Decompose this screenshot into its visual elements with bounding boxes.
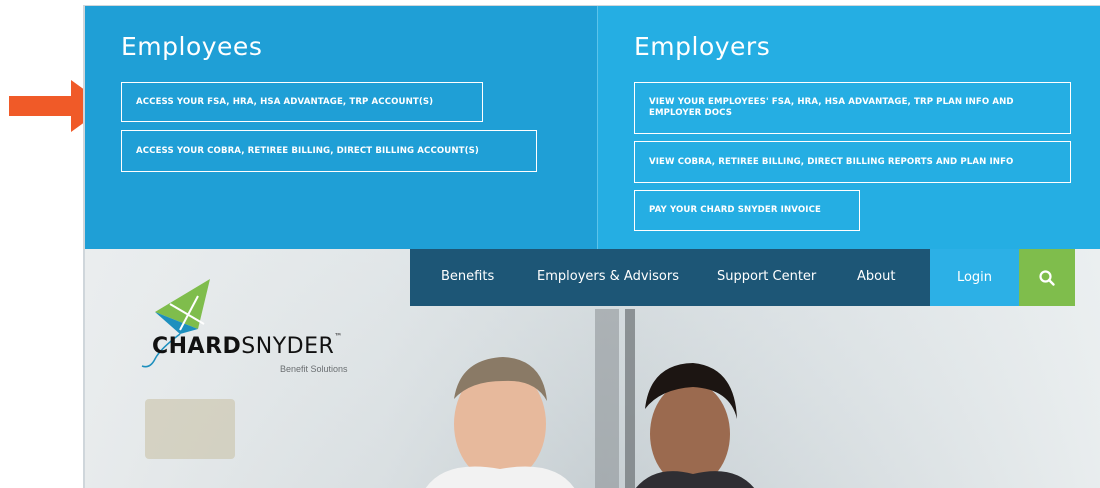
nav-item-benefits[interactable]: Benefits — [441, 269, 494, 284]
access-cobra-retiree-billing-button[interactable]: ACCESS YOUR COBRA, RETIREE BILLING, DIRE… — [121, 130, 537, 172]
hero-banner: CHARDSNYDER™ Benefit Solutions Benefits … — [85, 249, 1100, 488]
main-nav: Benefits Employers & Advisors Support Ce… — [410, 249, 930, 306]
kite-icon — [141, 279, 210, 368]
view-employees-plan-info-button[interactable]: VIEW YOUR EMPLOYEES' FSA, HRA, HSA ADVAN… — [634, 82, 1071, 134]
employers-heading: Employers — [634, 32, 771, 61]
employees-panel: Employees ACCESS YOUR FSA, HRA, HSA ADVA… — [85, 6, 597, 249]
logo-trademark: ™ — [334, 332, 343, 341]
employees-heading: Employees — [121, 32, 263, 61]
logo-tagline: Benefit Solutions — [280, 364, 348, 374]
access-cobra-retiree-billing-label: ACCESS YOUR COBRA, RETIREE BILLING, DIRE… — [136, 145, 479, 156]
nav-item-support-center[interactable]: Support Center — [717, 269, 816, 284]
logo-brand-light: SNYDER — [241, 334, 335, 359]
view-cobra-reports-label: VIEW COBRA, RETIREE BILLING, DIRECT BILL… — [649, 156, 1014, 167]
access-fsa-hra-hsa-trp-button[interactable]: ACCESS YOUR FSA, HRA, HSA ADVANTAGE, TRP… — [121, 82, 483, 122]
view-cobra-reports-button[interactable]: VIEW COBRA, RETIREE BILLING, DIRECT BILL… — [634, 141, 1071, 183]
login-button[interactable]: Login — [930, 249, 1019, 306]
employers-panel: Employers VIEW YOUR EMPLOYEES' FSA, HRA,… — [597, 6, 1100, 249]
pay-invoice-button[interactable]: PAY YOUR CHARD SNYDER INVOICE — [634, 190, 860, 231]
logo-wordmark: CHARDSNYDER™ — [152, 332, 343, 359]
logo-brand-bold: CHARD — [152, 334, 242, 359]
background-shape — [145, 399, 235, 459]
page-frame: Employees ACCESS YOUR FSA, HRA, HSA ADVA… — [83, 5, 1100, 488]
search-button[interactable] — [1019, 249, 1075, 306]
search-icon — [1039, 269, 1055, 286]
people-photo — [425, 357, 755, 488]
nav-item-employers-advisors[interactable]: Employers & Advisors — [537, 269, 679, 284]
login-label: Login — [956, 270, 993, 285]
view-employees-plan-info-label: VIEW YOUR EMPLOYEES' FSA, HRA, HSA ADVAN… — [649, 97, 1014, 118]
pay-invoice-label: PAY YOUR CHARD SNYDER INVOICE — [649, 205, 821, 215]
chardsnyder-logo[interactable]: CHARDSNYDER™ Benefit Solutions — [120, 274, 350, 384]
nav-item-about[interactable]: About — [857, 269, 895, 284]
access-fsa-hra-hsa-trp-label: ACCESS YOUR FSA, HRA, HSA ADVANTAGE, TRP… — [136, 96, 434, 107]
